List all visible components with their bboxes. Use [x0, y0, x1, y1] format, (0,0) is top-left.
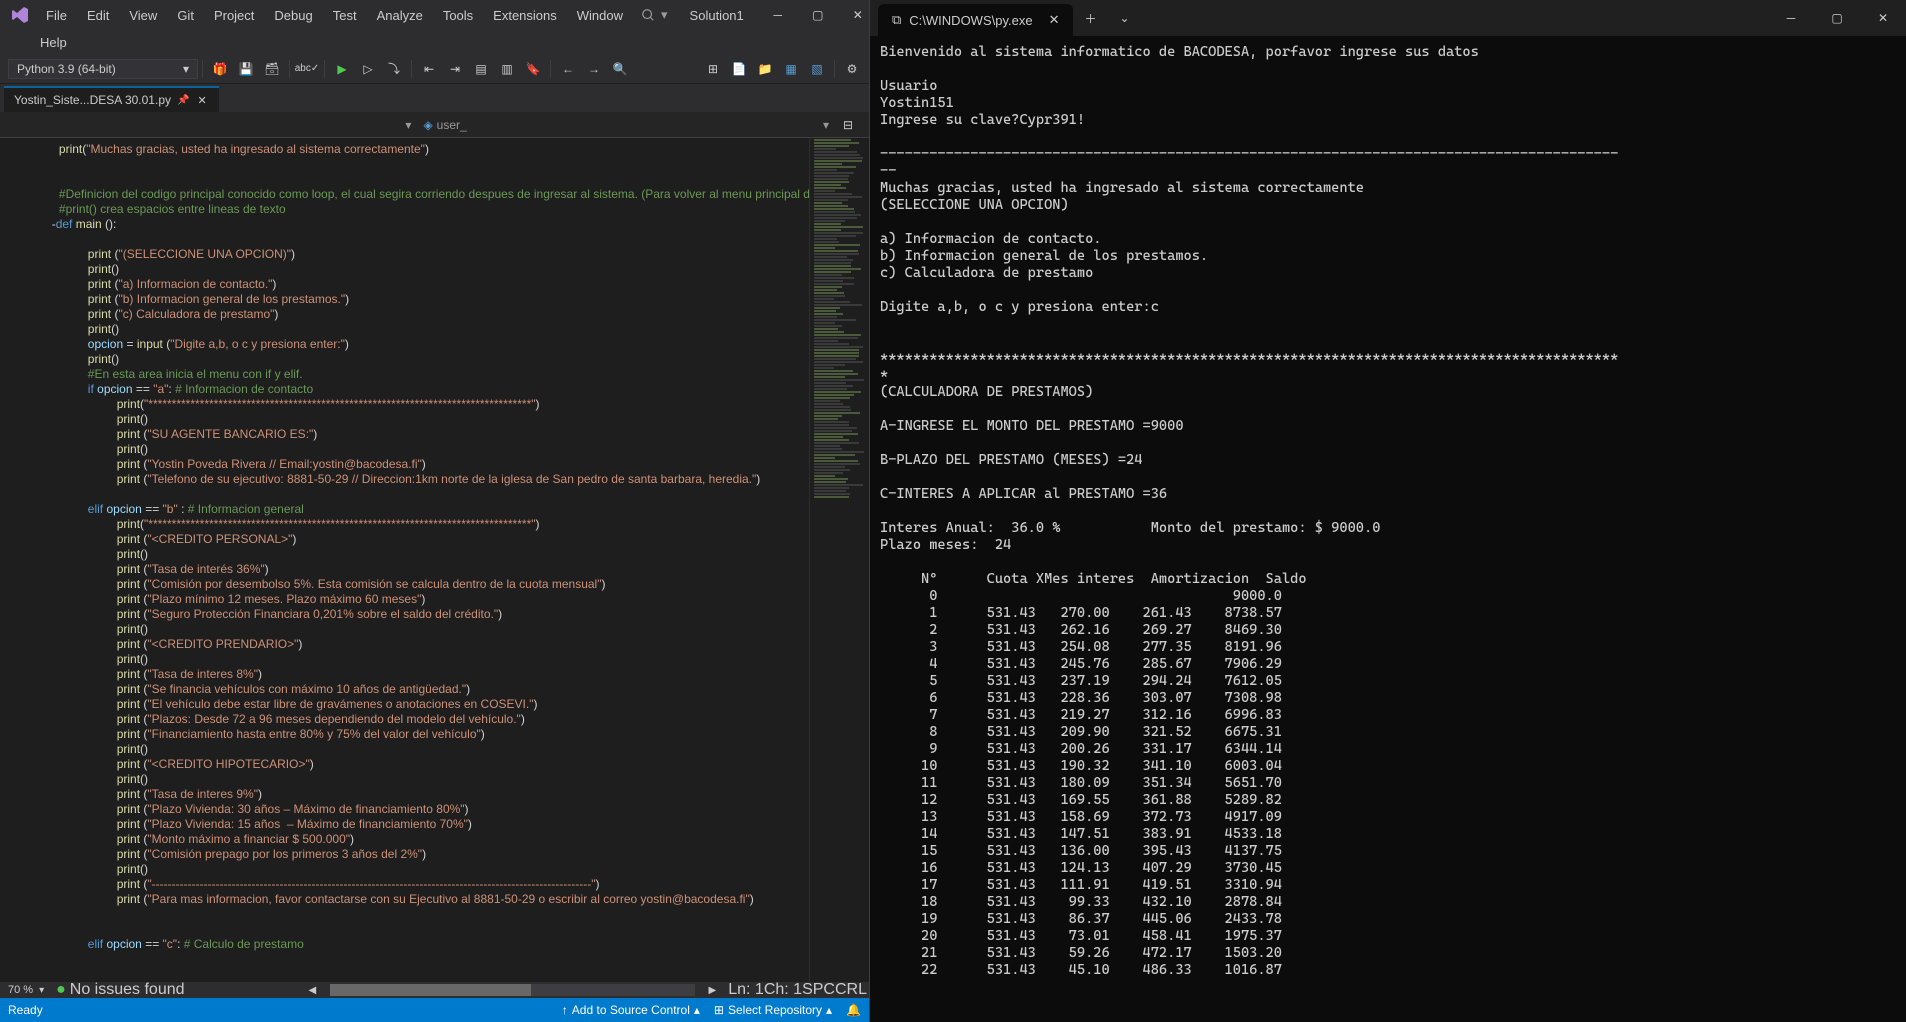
tab-dropdown-icon[interactable]: ⌄: [1107, 3, 1141, 33]
open-folder-icon[interactable]: 📁: [753, 57, 777, 81]
chevron-down-icon: ▾: [405, 118, 411, 132]
line-indicator[interactable]: Ln: 1: [728, 981, 764, 999]
notifications-icon[interactable]: 🔔: [846, 1003, 861, 1017]
menu-view[interactable]: View: [119, 4, 167, 27]
maximize-button[interactable]: ▢: [1814, 0, 1860, 36]
editor-area: print("Muchas gracias, usted ha ingresad…: [0, 138, 869, 982]
nav-breadcrumb: ▾ ◈ user_ ▾ ⊟: [0, 112, 869, 138]
tab-close-icon[interactable]: ✕: [195, 94, 208, 107]
step-icon[interactable]: ⤵: [382, 57, 406, 81]
menu-window[interactable]: Window: [567, 4, 633, 27]
ready-label: Ready: [8, 1003, 43, 1017]
uncomment-icon[interactable]: ▥: [495, 57, 519, 81]
run-no-debug-icon[interactable]: ▷: [356, 57, 380, 81]
search-chevron-icon: ▾: [661, 7, 668, 23]
tab-label: Yostin_Siste...DESA 30.01.py: [14, 93, 171, 107]
menu-help[interactable]: Help: [30, 31, 77, 54]
indent-right-icon[interactable]: ⇥: [443, 57, 467, 81]
terminal-icon: ⧉: [892, 12, 901, 28]
menu-extensions[interactable]: Extensions: [483, 4, 567, 27]
minimize-button[interactable]: ─: [1768, 0, 1814, 36]
run-icon[interactable]: ▶: [330, 57, 354, 81]
save-icon[interactable]: 💾: [234, 57, 258, 81]
menu-test[interactable]: Test: [323, 4, 367, 27]
nav-fwd-icon[interactable]: →: [582, 57, 606, 81]
terminal-titlebar: ⧉ C:\WINDOWS\py.exe ✕ ＋ ⌄ ─ ▢ ✕: [870, 0, 1906, 36]
select-repo[interactable]: ⊞ Select Repository ▴: [714, 1003, 832, 1017]
bookmark-icon[interactable]: 🔖: [521, 57, 545, 81]
menu-project[interactable]: Project: [204, 4, 264, 27]
vs-logo-icon: [10, 5, 30, 25]
tab-close-icon[interactable]: ✕: [1049, 12, 1060, 28]
minimize-button[interactable]: ─: [758, 0, 798, 30]
spaces-indicator[interactable]: SPC: [802, 981, 835, 999]
toolbox-icon[interactable]: 🎁: [208, 57, 232, 81]
save-all-icon[interactable]: 🗃: [260, 57, 284, 81]
issues-label[interactable]: No issues found: [70, 981, 185, 999]
menubar: FileEditViewGitProjectDebugTestAnalyzeTo…: [0, 0, 869, 30]
status-bar: Ready ↑ Add to Source Control ▴ ⊞ Select…: [0, 998, 869, 1022]
terminal-output[interactable]: Bienvenido al sistema informatico de BAC…: [870, 36, 1906, 1022]
col-indicator[interactable]: Ch: 1: [764, 981, 802, 999]
scrollbar-thumb[interactable]: [330, 984, 530, 996]
check-icon: ●: [56, 981, 66, 999]
solution-name: Solution1: [676, 6, 758, 25]
menu-file[interactable]: File: [36, 4, 77, 27]
new-tab-button[interactable]: ＋: [1073, 3, 1107, 33]
code-editor[interactable]: print("Muchas gracias, usted ha ingresad…: [0, 138, 809, 982]
nav-right-dropdown[interactable]: ◈ user_ ▾: [417, 116, 835, 134]
split-editor-icon[interactable]: ⊟: [836, 113, 860, 137]
zoom-level[interactable]: 70 %: [2, 984, 39, 996]
python-env-dropdown[interactable]: Python 3.9 (64-bit) ▾: [8, 59, 198, 79]
scroll-left-icon[interactable]: ◀: [305, 985, 321, 996]
menu-git[interactable]: Git: [167, 4, 204, 27]
terminal-window: ⧉ C:\WINDOWS\py.exe ✕ ＋ ⌄ ─ ▢ ✕ Bienveni…: [870, 0, 1906, 1022]
toolbar: Python 3.9 (64-bit) ▾ 🎁 💾 🗃 abc✓ ▶ ▷ ⤵ ⇤…: [0, 54, 869, 84]
nav-back-icon[interactable]: ←: [556, 57, 580, 81]
chevron-down-icon: ▾: [823, 118, 829, 132]
editor-tab[interactable]: Yostin_Siste...DESA 30.01.py 📌 ✕: [4, 86, 219, 112]
nav-item-label: user_: [437, 118, 467, 132]
layout2-icon[interactable]: ▧: [805, 57, 829, 81]
settings-gear-icon[interactable]: ⚙: [840, 57, 864, 81]
pin-icon[interactable]: 📌: [177, 95, 189, 106]
new-file-icon[interactable]: 📄: [727, 57, 751, 81]
python-env-label: Python 3.9 (64-bit): [17, 62, 116, 76]
menu-debug[interactable]: Debug: [264, 4, 322, 27]
zoom-chevron-icon[interactable]: ▾: [39, 985, 44, 996]
menu-tools[interactable]: Tools: [433, 4, 483, 27]
scroll-right-icon[interactable]: ▶: [705, 985, 721, 996]
search-box[interactable]: ▾: [633, 5, 676, 25]
add-source-control[interactable]: ↑ Add to Source Control ▴: [562, 1003, 700, 1017]
close-button[interactable]: ✕: [1860, 0, 1906, 36]
comment-icon[interactable]: ▤: [469, 57, 493, 81]
spellcheck-icon[interactable]: abc✓: [295, 57, 319, 81]
editor-tabs: Yostin_Siste...DESA 30.01.py 📌 ✕: [0, 84, 869, 112]
menu-analyze[interactable]: Analyze: [367, 4, 433, 27]
minimap[interactable]: [809, 138, 869, 982]
terminal-title: C:\WINDOWS\py.exe: [909, 13, 1032, 28]
field-icon: ◈: [423, 118, 432, 132]
horizontal-scrollbar: 70 % ▾ ● No issues found ◀ ▶ Ln: 1 Ch: 1…: [0, 982, 869, 998]
crlf-indicator[interactable]: CRL: [835, 981, 867, 999]
maximize-button[interactable]: ▢: [798, 0, 838, 30]
chevron-down-icon: ▾: [183, 62, 189, 76]
visual-studio-window: FileEditViewGitProjectDebugTestAnalyzeTo…: [0, 0, 870, 1022]
terminal-tab[interactable]: ⧉ C:\WINDOWS\py.exe ✕: [878, 4, 1073, 36]
menubar-row2: Help: [0, 30, 869, 54]
scrollbar-track[interactable]: [330, 984, 694, 996]
indent-left-icon[interactable]: ⇤: [417, 57, 441, 81]
find-icon[interactable]: 🔍: [608, 57, 632, 81]
layout1-icon[interactable]: ▦: [779, 57, 803, 81]
window-layout-icon[interactable]: ⊞: [701, 57, 725, 81]
nav-left-dropdown[interactable]: ▾: [8, 116, 417, 134]
menu-edit[interactable]: Edit: [77, 4, 119, 27]
